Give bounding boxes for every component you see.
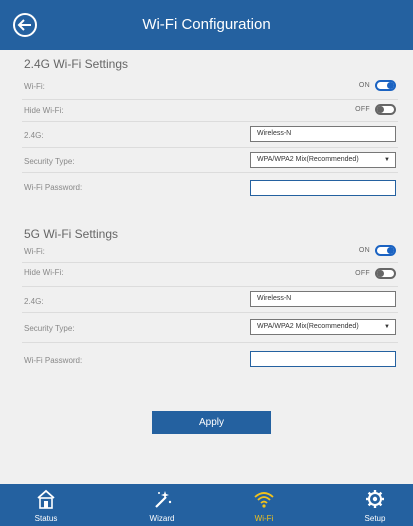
toggle-state-text: OFF (355, 270, 370, 277)
security-type-label: Security Type: (24, 324, 75, 333)
row-ssid-24g: 2.4G: Wireless-N (22, 122, 398, 148)
nav-label: Wi-Fi (254, 514, 274, 523)
nav-label: Setup (364, 514, 386, 523)
security-type-select-5g[interactable]: WPA/WPA2 Mix(Recommended) ▼ (250, 319, 396, 335)
wifi-label: Wi-Fi: (24, 82, 45, 91)
password-label: Wi-Fi Password: (24, 183, 83, 192)
nav-item-wifi[interactable]: Wi-Fi (229, 484, 299, 526)
toggle-knob (387, 247, 394, 254)
toggle-switch[interactable] (375, 80, 396, 91)
hide-wifi-label: Hide Wi-Fi: (24, 268, 64, 277)
nav-item-wizard[interactable]: Wizard (127, 484, 197, 526)
toggle-switch[interactable] (375, 104, 396, 115)
apply-button[interactable]: Apply (152, 411, 271, 434)
nav-item-status[interactable]: Status (11, 484, 81, 526)
security-type-select-24g[interactable]: WPA/WPA2 Mix(Recommended) ▼ (250, 152, 396, 168)
gear-icon (366, 490, 384, 508)
row-password-5g: Wi-Fi Password: (22, 343, 398, 373)
row-security-24g: Security Type: WPA/WPA2 Mix(Recommended)… (22, 148, 398, 173)
row-security-5g: Security Type: WPA/WPA2 Mix(Recommended)… (22, 313, 398, 343)
password-label: Wi-Fi Password: (24, 356, 83, 365)
select-value: WPA/WPA2 Mix(Recommended) (257, 156, 359, 163)
hide-wifi-toggle-5g[interactable]: OFF (326, 267, 396, 283)
hide-wifi-label: Hide Wi-Fi: (24, 106, 64, 115)
row-ssid-5g: 2.4G: Wireless-N (22, 287, 398, 313)
wifi-settings-panel: 2.4G Wi-Fi Settings Wi-Fi: ON Hide Wi-Fi… (0, 50, 413, 484)
security-type-label: Security Type: (24, 157, 75, 166)
wifi-toggle-5g[interactable]: ON (326, 244, 396, 260)
nav-label: Wizard (149, 514, 175, 523)
ssid-input-5g[interactable]: Wireless-N (250, 291, 396, 307)
row-wifi-24g: Wi-Fi: ON (22, 74, 398, 100)
section-title-5g: 5G Wi-Fi Settings (24, 227, 119, 241)
page-title: Wi-Fi Configuration (142, 16, 271, 33)
wifi-icon (254, 492, 274, 508)
toggle-knob (377, 106, 384, 113)
ssid-input-24g[interactable]: Wireless-N (250, 126, 396, 142)
bottom-nav: Status Wizard Wi-Fi Setup (0, 484, 413, 526)
toggle-switch[interactable] (375, 268, 396, 279)
nav-item-setup[interactable]: Setup (340, 484, 410, 526)
dropdown-caret-icon: ▼ (384, 324, 390, 330)
password-input-5g[interactable] (250, 351, 396, 367)
password-input-24g[interactable] (250, 180, 396, 196)
toggle-state-text: ON (358, 247, 370, 254)
dropdown-caret-icon: ▼ (384, 157, 390, 163)
ssid-label: 2.4G: (24, 131, 44, 140)
wifi-toggle-24g[interactable]: ON (326, 79, 396, 95)
section-title-24g: 2.4G Wi-Fi Settings (24, 57, 129, 71)
hide-wifi-toggle-24g[interactable]: OFF (326, 103, 396, 119)
ssid-label: 2.4G: (24, 297, 44, 306)
toggle-switch[interactable] (375, 245, 396, 256)
wifi-label: Wi-Fi: (24, 247, 45, 256)
nav-label: Status (34, 514, 58, 523)
select-value: WPA/WPA2 Mix(Recommended) (257, 323, 359, 330)
row-hide-wifi-24g: Hide Wi-Fi: OFF (22, 100, 398, 122)
header-bar: Wi-Fi Configuration (0, 0, 413, 50)
row-wifi-5g: Wi-Fi: ON (22, 241, 398, 263)
row-hide-wifi-5g: Hide Wi-Fi: OFF (22, 263, 398, 287)
toggle-state-text: OFF (355, 106, 370, 113)
toggle-knob (387, 82, 394, 89)
toggle-knob (377, 270, 384, 277)
magic-wand-icon (155, 491, 172, 508)
row-password-24g: Wi-Fi Password: (22, 173, 398, 199)
toggle-state-text: ON (358, 82, 370, 89)
home-icon (37, 489, 55, 509)
